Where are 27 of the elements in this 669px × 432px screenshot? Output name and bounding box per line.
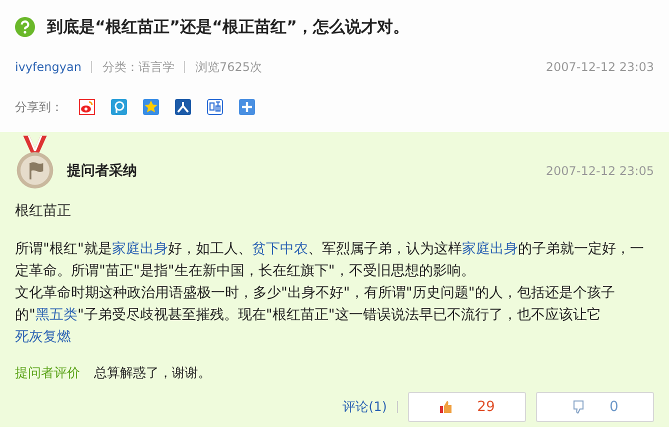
answer-paragraph: 文化革命时期这种政治用语盛极一时，多少"出身不好"，有所谓"历史问题"的人，包括还是个孩子的"黑五类"子弟受尽歧视甚至摧残。现在"根红苗正"这一错误说法早已不流行了，也不应该让它 死灰复燃 xyxy=(15,284,616,347)
term-link[interactable]: 家庭出身 xyxy=(112,241,168,257)
upvote-button[interactable]: 29 xyxy=(408,392,526,422)
star-icon[interactable] xyxy=(143,99,159,115)
plus-icon[interactable] xyxy=(239,99,255,115)
share-label: 分享到： xyxy=(15,98,63,116)
answer-paragraph: 所谓"根红"就是家庭出身好，如工人、贫下中农、军烈属子弟，认为这样家庭出身的子弟就一定好，一定革命。所谓"苗正"是指"生在新中国，长在红旗下"，不受旧思想的影响。 xyxy=(15,240,645,281)
term-link[interactable]: 死灰复燃 xyxy=(15,329,71,345)
thumbs-down-icon xyxy=(572,400,586,414)
question-title: 到底是“根红苗正”还是“根正苗红”，怎么说才对。 xyxy=(47,16,410,38)
view-count: 浏览7625次 xyxy=(195,58,262,76)
author-link[interactable]: ivyfengyan xyxy=(15,60,82,74)
answer-summary: 根红苗正 xyxy=(15,202,72,220)
adopted-label: 提问者采纳 xyxy=(67,162,137,180)
term-link[interactable]: 家庭出身 xyxy=(462,241,518,257)
rating-label: 提问者评价 xyxy=(15,365,80,382)
category-text: 分类：语言学 xyxy=(102,58,174,76)
answer-date: 2007-12-12 23:05 xyxy=(546,164,654,178)
person-logo-icon[interactable] xyxy=(175,99,191,115)
question-icon xyxy=(15,17,35,37)
question-date: 2007-12-12 23:03 xyxy=(546,60,654,74)
comment-link[interactable]: 评论(1) xyxy=(342,398,387,416)
term-link[interactable]: 贫下中农 xyxy=(252,241,308,257)
term-link[interactable]: 黑五类 xyxy=(35,307,78,323)
downvote-button[interactable]: 0 xyxy=(536,392,654,422)
thumbs-up-icon xyxy=(439,400,454,414)
rating-comment: 总算解惑了，谢谢。 xyxy=(94,365,211,382)
